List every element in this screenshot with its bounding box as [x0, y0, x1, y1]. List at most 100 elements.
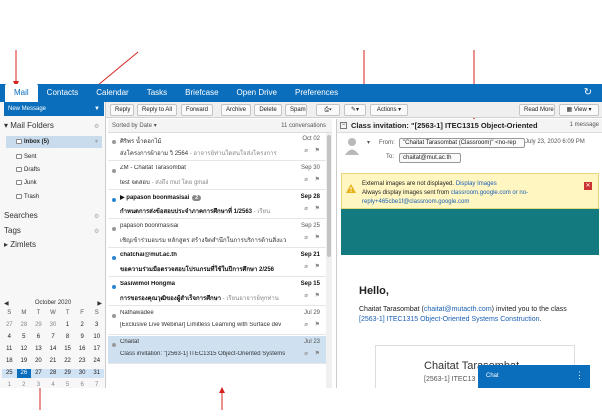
calendar-day[interactable]: 22	[60, 357, 75, 366]
message-row[interactable]: papason boonmasisai Sep 25 เชิญเข้าร่วมอบร…	[108, 220, 326, 248]
flag-icon[interactable]: ⚑	[315, 321, 320, 328]
unread-dot-icon[interactable]	[112, 169, 116, 173]
chevron-down-icon[interactable]: ▼	[94, 102, 100, 116]
calendar-day[interactable]: 25	[2, 369, 17, 378]
calendar-day[interactable]: 7	[46, 333, 61, 342]
flag-icon[interactable]: ⚑	[315, 263, 320, 270]
unread-dot-icon[interactable]	[112, 140, 116, 144]
unread-dot-icon[interactable]	[112, 227, 116, 231]
reply-button[interactable]: Reply	[110, 104, 134, 116]
calendar-day[interactable]: 3	[89, 321, 104, 330]
zimlets-header[interactable]: ▸ Zimlets	[4, 240, 36, 249]
calendar-day[interactable]: 4	[46, 381, 61, 390]
scrollbar-thumb[interactable]	[327, 135, 331, 257]
display-images-link[interactable]: Display Images	[456, 181, 497, 187]
calendar-day[interactable]: 14	[46, 345, 61, 354]
folder-junk[interactable]: Junk	[14, 177, 102, 189]
mail-folders-header[interactable]: ▾ Mail Folders	[4, 121, 54, 130]
calendar-day[interactable]: 29	[60, 369, 75, 378]
folder-sent[interactable]: Sent	[14, 151, 102, 163]
calendar-day[interactable]: 2	[75, 321, 90, 330]
tags-header[interactable]: Tags	[4, 226, 21, 235]
message-row[interactable]: Sasiwimol Hongma Sep 15 การขอรองคุณวุฒิของ…	[108, 278, 326, 306]
calendar-day[interactable]: 9	[75, 333, 90, 342]
print-button[interactable]: ⎙▾	[316, 104, 340, 116]
calendar-day[interactable]: 10	[89, 333, 104, 342]
calendar-day[interactable]: 6	[31, 333, 46, 342]
message-row[interactable]: Chaitat Jul 23 Class invitation: "[2563-1]…	[108, 336, 326, 364]
message-row[interactable]: Nathawadee Jul 29 [Exclusive Live Webinar]…	[108, 307, 326, 335]
read-more-button[interactable]: Read More	[519, 104, 555, 116]
calendar-day[interactable]: 30	[46, 321, 61, 330]
calendar-day[interactable]: 17	[89, 345, 104, 354]
flag-icon[interactable]: ⚑	[315, 176, 320, 183]
refresh-icon[interactable]: ↻	[582, 87, 594, 99]
forward-button[interactable]: Forward	[181, 104, 213, 116]
actions-button[interactable]: Actions ▾	[370, 104, 408, 116]
calendar-day[interactable]: 2	[17, 381, 32, 390]
always-display-link-2[interactable]: reply+465cbe1f@classroom.google.com	[362, 199, 469, 205]
flag-icon[interactable]: ⚑	[315, 205, 320, 212]
calendar-day[interactable]: 7	[89, 381, 104, 390]
calendar-day[interactable]: 27	[31, 369, 46, 378]
calendar-day[interactable]: 20	[31, 357, 46, 366]
searches-header[interactable]: Searches	[4, 211, 38, 220]
calendar-day[interactable]: 28	[17, 321, 32, 330]
calendar-day[interactable]: 21	[46, 357, 61, 366]
close-icon[interactable]: ✕	[584, 182, 592, 190]
next-month-icon[interactable]: ▶	[97, 300, 102, 307]
more-options-icon[interactable]: ⋮	[575, 370, 584, 381]
calendar-day[interactable]: 6	[75, 381, 90, 390]
sender-email-link[interactable]: chaitat@mutacth.com	[424, 306, 492, 313]
tab-open-drive[interactable]: Open Drive	[228, 84, 286, 102]
always-display-link[interactable]: classroom.google.com or no-	[451, 190, 528, 196]
calendar-day[interactable]: 30	[74, 369, 90, 378]
calendar-day[interactable]: 11	[2, 345, 17, 354]
tab-contacts[interactable]: Contacts	[38, 84, 88, 102]
tab-mail[interactable]: Mail	[5, 84, 38, 102]
flag-icon[interactable]: ⚑	[315, 292, 320, 299]
calendar-day[interactable]: 13	[31, 345, 46, 354]
calendar-day[interactable]: 27	[2, 321, 17, 330]
calendar-day[interactable]: 29	[31, 321, 46, 330]
calendar-day[interactable]: 31	[89, 369, 104, 378]
prev-month-icon[interactable]: ◀	[4, 300, 9, 307]
message-list-scrollbar[interactable]	[326, 133, 332, 388]
flag-icon[interactable]: ⚑	[315, 350, 320, 357]
calendar-day[interactable]: 1	[2, 381, 17, 390]
flag-icon[interactable]: ⚑	[315, 234, 320, 241]
flag-icon[interactable]: ⚑	[315, 147, 320, 154]
calendar-day[interactable]: 23	[75, 357, 90, 366]
class-link[interactable]: [2563-1] ITEC1315 Object-Oriented System…	[359, 316, 540, 323]
unread-dot-icon[interactable]	[112, 198, 116, 202]
archive-button[interactable]: Archive	[221, 104, 251, 116]
folder-inbox[interactable]: Inbox (5) ▾	[6, 136, 102, 148]
calendar-day[interactable]: 24	[89, 357, 104, 366]
to-address[interactable]: chaitat@mut.ac.th	[399, 153, 461, 163]
calendar-day[interactable]: 5	[17, 333, 32, 342]
calendar-day[interactable]: 18	[2, 357, 17, 366]
calendar-day[interactable]: 15	[60, 345, 75, 354]
folder-drafts[interactable]: Drafts	[14, 164, 102, 176]
chevron-down-icon[interactable]: ▾	[367, 139, 370, 146]
unread-dot-icon[interactable]	[112, 285, 116, 289]
collapse-icon[interactable]: −	[340, 122, 347, 129]
new-message-button[interactable]: New Message ▼	[4, 102, 104, 116]
chevron-down-icon[interactable]: ▾	[95, 136, 98, 148]
tab-tasks[interactable]: Tasks	[138, 84, 176, 102]
tab-calendar[interactable]: Calendar	[87, 84, 137, 102]
calendar-day[interactable]: 8	[60, 333, 75, 342]
unread-dot-icon[interactable]	[112, 256, 116, 260]
message-row[interactable]: chatchai@mut.ac.th Sep 21 ขอความร่วมมือตรว…	[108, 249, 326, 277]
view-button[interactable]: ▦ View ▾	[559, 104, 599, 116]
reply-all-button[interactable]: Reply to All	[137, 104, 177, 116]
calendar-day[interactable]: 3	[31, 381, 46, 390]
calendar-day[interactable]: 16	[75, 345, 90, 354]
message-row[interactable]: ศิริพร น้ำดอกไม้ Oct 02 ส่งโครงการผ้าอาม ว…	[108, 133, 326, 161]
sort-dropdown[interactable]: Sorted by Date ▾	[112, 119, 157, 133]
unread-dot-icon[interactable]	[112, 343, 116, 347]
calendar-day[interactable]: 26	[16, 369, 32, 378]
calendar-day[interactable]: 5	[60, 381, 75, 390]
calendar-day[interactable]: 19	[17, 357, 32, 366]
calendar-day[interactable]: 1	[60, 321, 75, 330]
